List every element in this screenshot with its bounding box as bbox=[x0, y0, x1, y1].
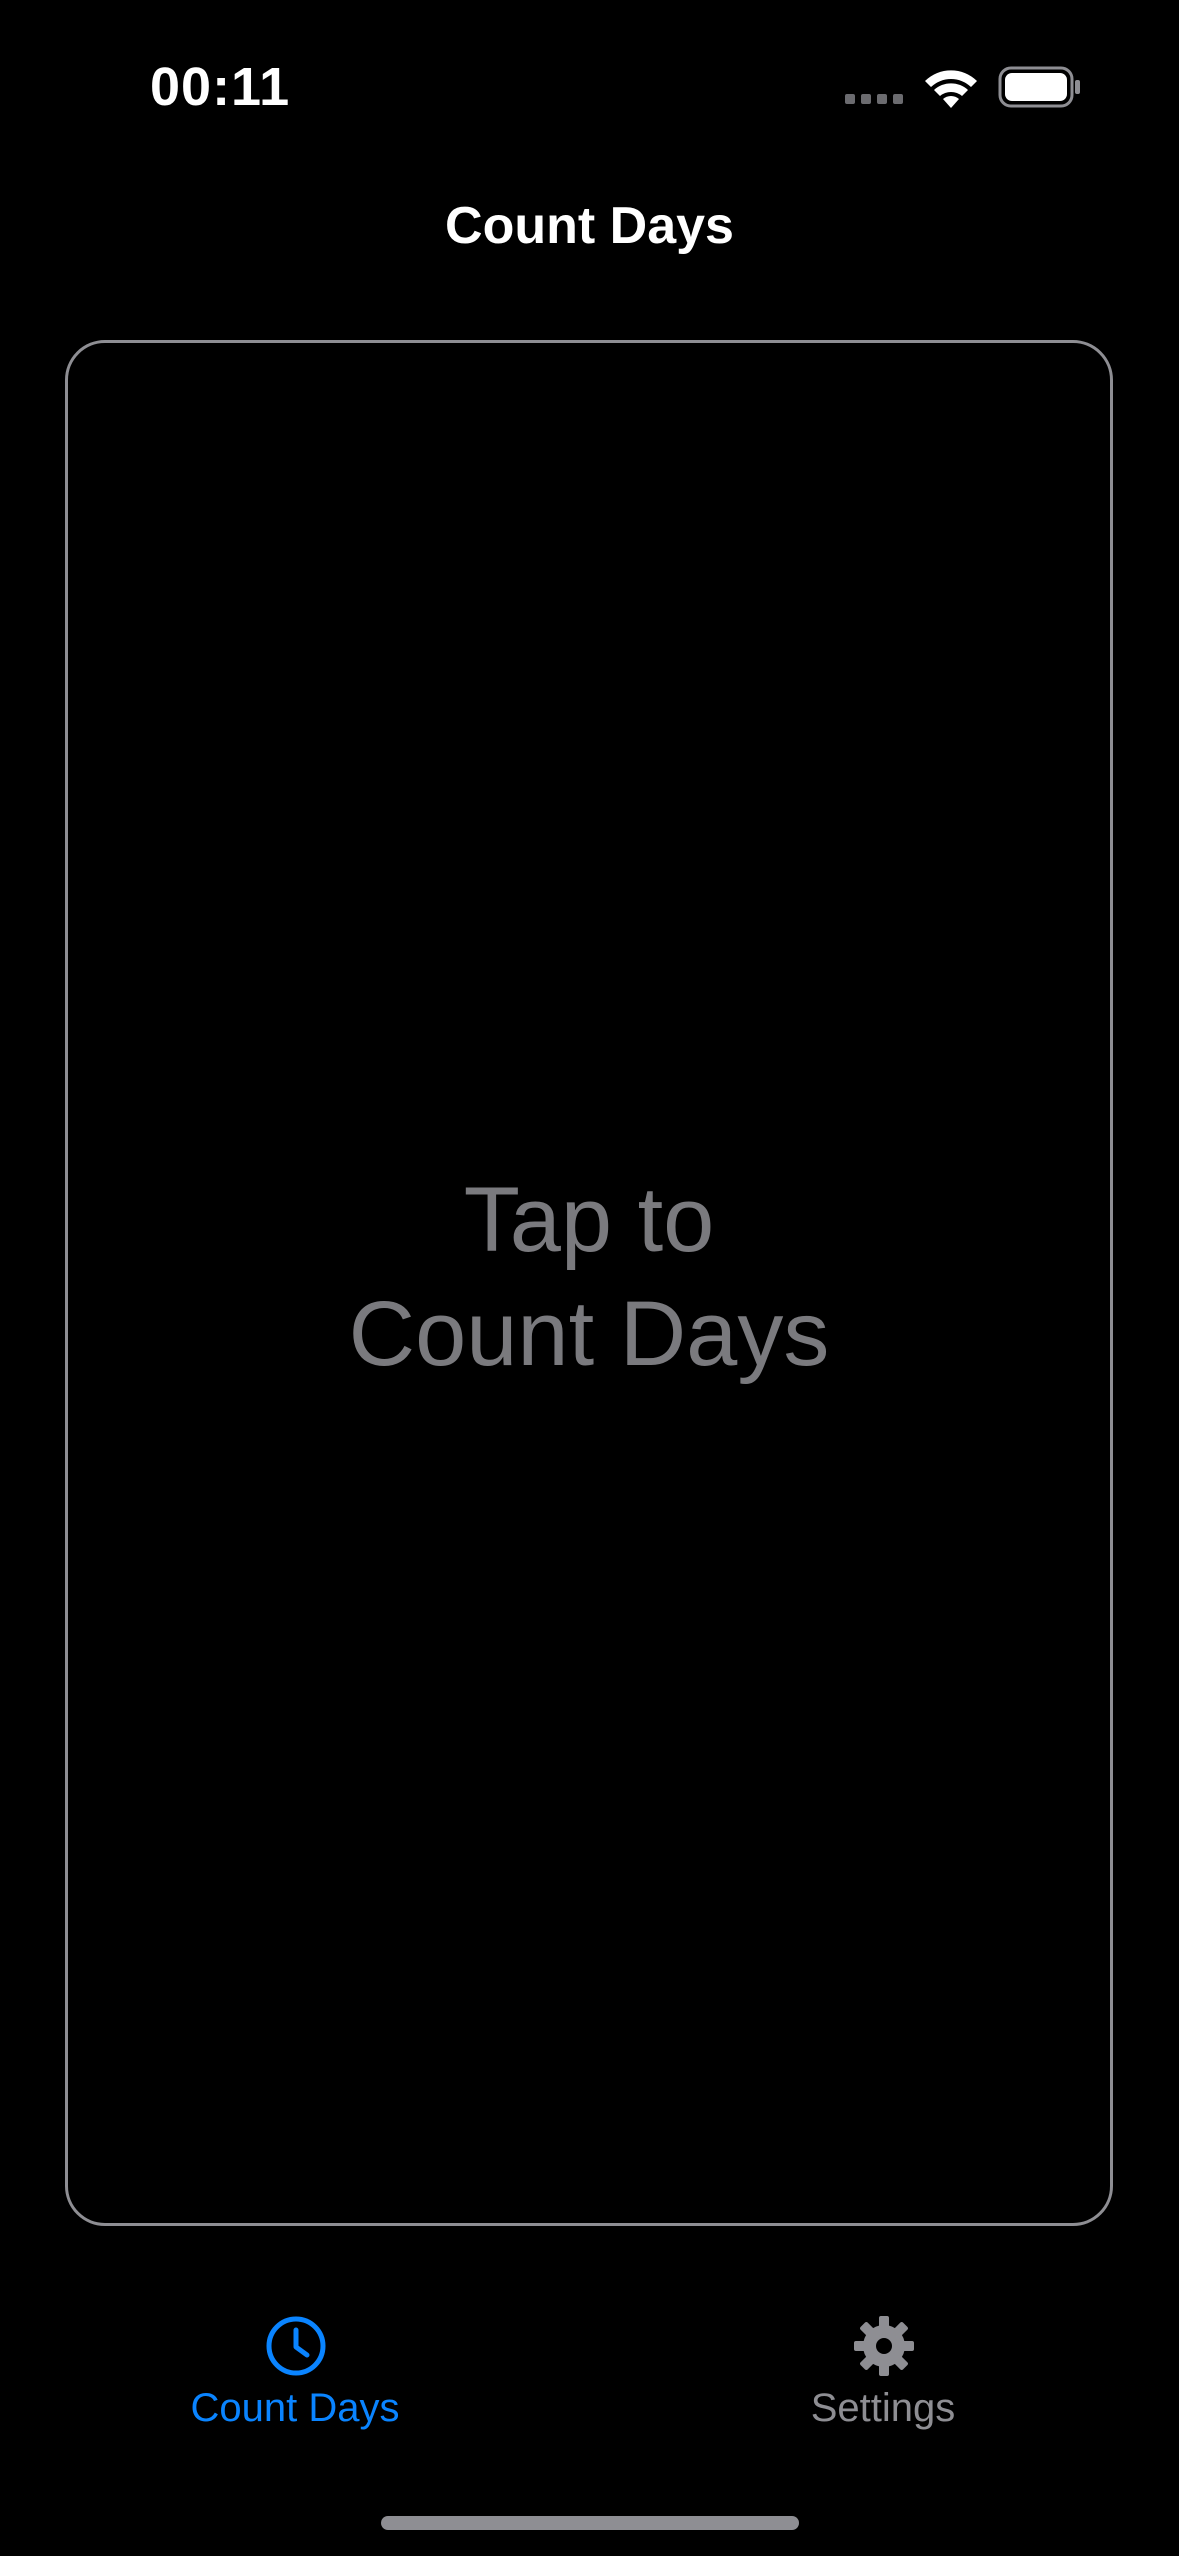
status-time: 00:11 bbox=[150, 57, 291, 117]
tab-bar: Count Days Settings bbox=[0, 2290, 1179, 2490]
tap-prompt: Tap to Count Days bbox=[68, 1163, 1110, 1391]
tab-count-days[interactable]: Count Days bbox=[115, 2290, 475, 2460]
count-days-card[interactable]: Tap to Count Days bbox=[65, 340, 1113, 2226]
cellular-signal-icon bbox=[845, 94, 903, 104]
tab-count-days-label: Count Days bbox=[190, 2386, 400, 2430]
gear-icon bbox=[854, 2316, 914, 2376]
battery-icon bbox=[998, 66, 1080, 108]
tab-settings[interactable]: Settings bbox=[703, 2290, 1063, 2460]
tap-prompt-line1: Tap to bbox=[463, 1169, 715, 1271]
wifi-icon bbox=[925, 70, 977, 108]
clock-icon bbox=[266, 2316, 326, 2376]
tab-settings-label: Settings bbox=[810, 2386, 956, 2430]
home-indicator[interactable] bbox=[381, 2516, 799, 2530]
tap-prompt-line2: Count Days bbox=[348, 1283, 830, 1385]
status-bar: 00:11 bbox=[0, 0, 1179, 170]
page-title: Count Days bbox=[445, 197, 734, 255]
